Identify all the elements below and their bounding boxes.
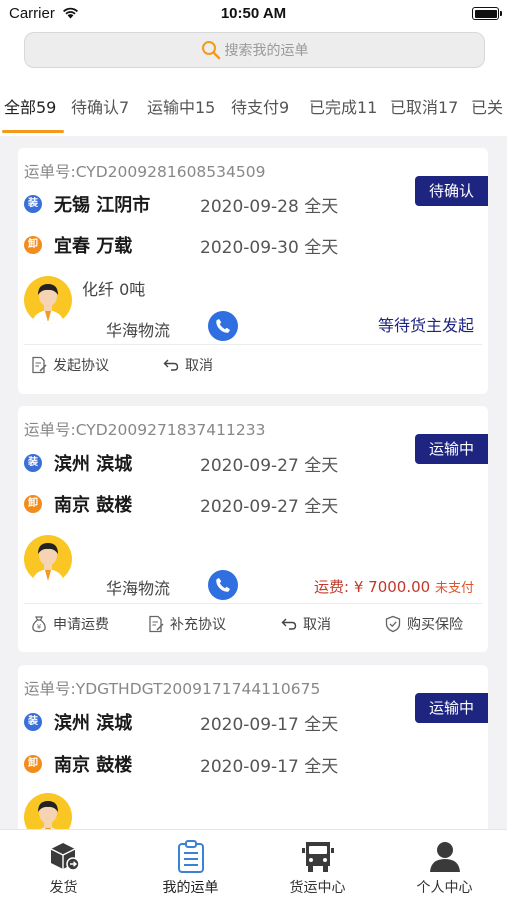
document-edit-icon <box>32 356 47 374</box>
tab-in-transit[interactable]: 运输中15 <box>147 94 215 118</box>
status-bar: Carrier 10:50 AM <box>0 0 507 28</box>
order-number: 运单号:CYD2009271837411233 <box>24 421 266 439</box>
nav-freight-center[interactable]: 货运中心 <box>254 830 381 900</box>
order-number: 运单号:CYD2009281608534509 <box>24 163 266 181</box>
avatar <box>24 535 72 583</box>
origin-row: 装 滨州 滨城 2020-09-17 全天 <box>24 710 338 735</box>
money-bag-icon: ¥ <box>32 616 46 633</box>
search-input[interactable]: 搜索我的运单 <box>24 32 485 68</box>
destination-row: 卸 南京 鼓楼 2020-09-27 全天 <box>24 492 338 517</box>
cargo-info: 化纤 0吨 <box>82 280 146 299</box>
destination-date: 2020-09-17 全天 <box>200 756 339 777</box>
order-card[interactable]: 运单号:CYD2009271837411233 运输中 装 滨州 滨城 2020… <box>18 406 488 652</box>
truck-icon <box>301 842 334 872</box>
order-card[interactable]: 运单号:CYD2009281608534509 待确认 装 无锡 江阴市 202… <box>18 148 488 394</box>
carrier-company: 华海物流 <box>106 321 171 340</box>
buy-insurance-button[interactable]: 购买保险 <box>384 614 463 634</box>
search-placeholder: 搜索我的运单 <box>224 43 309 59</box>
nav-label: 个人中心 <box>416 880 473 896</box>
destination-city: 宜春 万载 <box>54 236 133 257</box>
destination-date: 2020-09-30 全天 <box>200 237 339 258</box>
load-icon: 装 <box>24 454 42 472</box>
search-icon <box>201 41 220 60</box>
origin-city: 滨州 滨城 <box>54 713 133 734</box>
phone-icon[interactable] <box>208 311 238 341</box>
status-badge: 运输中 <box>414 434 488 464</box>
active-tab-indicator <box>2 130 64 133</box>
origin-city: 滨州 滨城 <box>54 454 133 475</box>
status-tabs: 全部59 待确认7 运输中15 待支付9 已完成11 已取消17 已关 <box>0 94 507 126</box>
action-label: 申请运费 <box>53 617 109 633</box>
nav-label: 货运中心 <box>289 880 346 896</box>
supplement-agreement-button[interactable]: 补充协议 <box>147 614 226 634</box>
waiting-status: 等待货主发起 <box>377 316 474 335</box>
phone-icon[interactable] <box>208 570 238 600</box>
battery-icon <box>472 7 499 20</box>
freight-fee: 运费: ¥ 7000.00 未支付 <box>314 576 474 597</box>
nav-ship[interactable]: 发货 <box>0 830 127 900</box>
destination-city: 南京 鼓楼 <box>54 495 133 516</box>
tab-all[interactable]: 全部59 <box>4 94 56 118</box>
tab-closed[interactable]: 已关 <box>471 94 503 118</box>
unload-icon: 卸 <box>24 495 42 513</box>
nav-label: 发货 <box>49 880 78 896</box>
destination-row: 卸 南京 鼓楼 2020-09-17 全天 <box>24 752 338 777</box>
tab-completed[interactable]: 已完成11 <box>309 94 377 118</box>
svg-text:¥: ¥ <box>37 623 42 631</box>
order-number: 运单号:YDGTHDGT2009171744110675 <box>24 680 321 698</box>
origin-row: 装 滨州 滨城 2020-09-27 全天 <box>24 451 338 476</box>
nav-my-orders[interactable]: 我的运单 <box>127 830 254 900</box>
avatar <box>24 276 72 324</box>
undo-icon <box>163 359 179 371</box>
tab-pending-payment[interactable]: 待支付9 <box>231 94 289 118</box>
clock: 10:50 AM <box>220 5 287 22</box>
person-icon <box>429 842 460 872</box>
nav-label: 我的运单 <box>162 880 219 896</box>
origin-date: 2020-09-28 全天 <box>200 196 339 217</box>
insurance-icon <box>385 615 401 633</box>
nav-personal-center[interactable]: 个人中心 <box>381 830 507 900</box>
bottom-nav: 发货 我的运单 货运中心 个人中心 <box>0 829 507 900</box>
carrier-company: 华海物流 <box>106 579 171 598</box>
tab-cancelled[interactable]: 已取消17 <box>390 94 458 118</box>
action-label: 购买保险 <box>407 617 463 633</box>
destination-row: 卸 宜春 万载 2020-09-30 全天 <box>24 233 338 258</box>
status-badge: 运输中 <box>414 693 488 723</box>
action-label: 发起协议 <box>53 358 109 374</box>
cancel-button[interactable]: 取消 <box>162 355 213 375</box>
origin-date: 2020-09-27 全天 <box>200 455 339 476</box>
status-badge: 待确认 <box>414 176 488 206</box>
clipboard-icon <box>177 840 204 873</box>
load-icon: 装 <box>24 195 42 213</box>
initiate-agreement-button[interactable]: 发起协议 <box>30 355 109 375</box>
origin-date: 2020-09-17 全天 <box>200 714 339 735</box>
tab-pending-confirm[interactable]: 待确认7 <box>71 94 129 118</box>
undo-icon <box>281 618 297 630</box>
destination-date: 2020-09-27 全天 <box>200 496 339 517</box>
action-label: 取消 <box>303 617 331 633</box>
action-label: 补充协议 <box>170 617 226 633</box>
unload-icon: 卸 <box>24 755 42 773</box>
load-icon: 装 <box>24 713 42 731</box>
action-label: 取消 <box>185 358 213 374</box>
document-edit-icon <box>149 615 164 633</box>
origin-city: 无锡 江阴市 <box>54 195 151 216</box>
payment-status: 未支付 <box>434 581 474 596</box>
order-card[interactable]: 运单号:YDGTHDGT2009171744110675 运输中 装 滨州 滨城… <box>18 665 488 845</box>
cancel-button[interactable]: 取消 <box>280 614 331 634</box>
box-icon <box>50 843 80 871</box>
destination-city: 南京 鼓楼 <box>54 755 133 776</box>
apply-freight-button[interactable]: ¥ 申请运费 <box>30 614 109 634</box>
fee-amount: 运费: ¥ 7000.00 <box>314 578 431 596</box>
unload-icon: 卸 <box>24 236 42 254</box>
origin-row: 装 无锡 江阴市 2020-09-28 全天 <box>24 192 338 217</box>
